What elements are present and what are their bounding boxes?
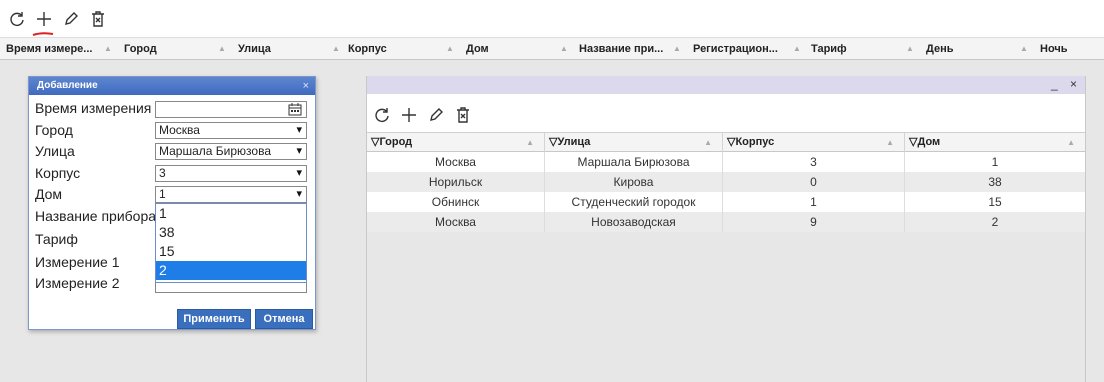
- column-header-label: Дом: [917, 136, 941, 148]
- plus-icon[interactable]: [398, 104, 420, 126]
- add-dialog: Добавление × Время измерения Город Москв…: [28, 76, 316, 330]
- label-city: Город: [35, 122, 73, 138]
- column-header[interactable]: День: [926, 38, 1006, 60]
- cancel-button[interactable]: Отмена: [255, 309, 313, 329]
- sort-arrow-icon[interactable]: ▲: [704, 133, 712, 152]
- cell-building: 0: [723, 172, 905, 192]
- cell-house: 1: [991, 155, 999, 169]
- dropdown-option[interactable]: 15: [156, 242, 306, 261]
- cell-city: Москва: [367, 152, 545, 172]
- window-title-bar[interactable]: _ ×: [367, 76, 1085, 94]
- trash-icon[interactable]: [87, 8, 109, 30]
- main-grid-header: Время измере... ▲ Город ▲ Улица ▲ Корпус…: [0, 38, 1104, 60]
- sort-arrow-icon[interactable]: ▲: [446, 38, 454, 60]
- column-header[interactable]: Название при...: [579, 38, 671, 60]
- cell-city: Норильск: [367, 172, 545, 192]
- plus-icon[interactable]: [33, 8, 55, 30]
- table-row[interactable]: Москва Маршала Бирюзова 3 1: [367, 152, 1085, 172]
- building-select[interactable]: 3: [155, 165, 307, 182]
- label-measure-2: Измерение 2: [35, 275, 120, 291]
- sort-arrow-icon[interactable]: ▲: [1020, 38, 1028, 60]
- window-grid-header: ▽Город ▲ ▽Улица ▲ ▽Корпус ▲ ▽Дом ▲: [367, 132, 1085, 152]
- label-house: Дом: [35, 186, 63, 202]
- dialog-title-bar[interactable]: Добавление ×: [29, 77, 315, 95]
- label-building: Корпус: [35, 165, 81, 181]
- column-header[interactable]: Дом: [466, 38, 546, 60]
- sort-arrow-icon[interactable]: ▲: [560, 38, 568, 60]
- apply-button[interactable]: Применить: [177, 309, 251, 329]
- app-root: Время измере... ▲ Город ▲ Улица ▲ Корпус…: [0, 0, 1104, 382]
- close-icon[interactable]: ×: [303, 77, 309, 95]
- sort-arrow-icon[interactable]: ▲: [218, 38, 226, 60]
- column-header-label: Город: [379, 136, 413, 148]
- column-header-label: Корпус: [735, 136, 775, 148]
- sort-arrow-icon[interactable]: ▲: [526, 133, 534, 152]
- refresh-icon[interactable]: [371, 104, 393, 126]
- street-select[interactable]: Маршала Бирюзова: [155, 143, 307, 160]
- sort-arrow-icon[interactable]: ▲: [886, 133, 894, 152]
- column-header[interactable]: Город: [124, 38, 204, 60]
- cell-street: Студенческий городок: [545, 192, 723, 212]
- house-dropdown-list: 1 38 15 2: [155, 203, 307, 283]
- table-row[interactable]: Обнинск Студенческий городок 1 15: [367, 192, 1085, 212]
- sort-arrow-icon[interactable]: ▲: [332, 38, 340, 60]
- cell-building: 9: [723, 212, 905, 232]
- cell-building: 1: [723, 192, 905, 212]
- pencil-icon[interactable]: [425, 104, 447, 126]
- dialog-title: Добавление: [37, 80, 98, 91]
- cell-house: 2: [991, 215, 999, 229]
- label-measure-1: Измерение 1: [35, 254, 120, 270]
- streets-window: _ × ▽Город ▲ ▽Улица ▲ ▽Корпус ▲ ▽Дом ▲ М…: [366, 76, 1086, 382]
- sort-arrow-icon[interactable]: ▲: [793, 38, 801, 60]
- column-header[interactable]: Улица: [238, 38, 318, 60]
- cell-house: 15: [988, 195, 1002, 209]
- cell-house: 38: [988, 175, 1002, 189]
- column-header[interactable]: Ночь: [1040, 38, 1100, 60]
- pencil-icon[interactable]: [60, 8, 82, 30]
- column-header-city[interactable]: ▽Город ▲: [367, 133, 545, 152]
- city-select[interactable]: Москва: [155, 122, 307, 139]
- window-toolbar: [367, 94, 1085, 132]
- calendar-icon[interactable]: [288, 103, 302, 116]
- column-header-street[interactable]: ▽Улица ▲: [545, 133, 723, 152]
- cell-building: 3: [723, 152, 905, 172]
- cell-street: Кирова: [545, 172, 723, 192]
- column-header[interactable]: Регистрацион...: [693, 38, 789, 60]
- label-device-name: Название прибора: [35, 208, 157, 224]
- cell-city: Обнинск: [367, 192, 545, 212]
- sort-arrow-icon[interactable]: ▲: [673, 38, 681, 60]
- sort-arrow-icon[interactable]: ▲: [906, 38, 914, 60]
- time-input[interactable]: [155, 101, 307, 118]
- column-header-house[interactable]: ▽Дом ▲: [905, 133, 1085, 152]
- column-header[interactable]: Тариф: [811, 38, 891, 60]
- dropdown-option[interactable]: 38: [156, 223, 306, 242]
- main-toolbar: [0, 0, 1104, 38]
- column-header[interactable]: Корпус: [348, 38, 428, 60]
- sort-arrow-icon[interactable]: ▲: [1067, 133, 1075, 152]
- table-row[interactable]: Москва Новозаводская 9 2: [367, 212, 1085, 232]
- label-tariff: Тариф: [35, 231, 78, 247]
- refresh-icon[interactable]: [6, 8, 28, 30]
- dropdown-option[interactable]: 1: [156, 204, 306, 223]
- cell-city: Москва: [367, 212, 545, 232]
- cell-street: Новозаводская: [545, 212, 723, 232]
- minimize-icon[interactable]: _: [1051, 77, 1058, 91]
- column-header-building[interactable]: ▽Корпус ▲: [723, 133, 905, 152]
- column-header[interactable]: Время измере...: [6, 38, 102, 60]
- annotation-underline: [32, 32, 54, 36]
- close-icon[interactable]: ×: [1070, 77, 1077, 91]
- column-header-label: Улица: [557, 136, 591, 148]
- house-select[interactable]: 1: [155, 186, 307, 203]
- label-time: Время измерения: [35, 100, 152, 116]
- label-street: Улица: [35, 143, 75, 159]
- table-row[interactable]: Норильск Кирова 0 38: [367, 172, 1085, 192]
- cell-street: Маршала Бирюзова: [545, 152, 723, 172]
- trash-icon[interactable]: [452, 104, 474, 126]
- dropdown-option-selected[interactable]: 2: [156, 261, 306, 280]
- sort-arrow-icon[interactable]: ▲: [104, 38, 112, 60]
